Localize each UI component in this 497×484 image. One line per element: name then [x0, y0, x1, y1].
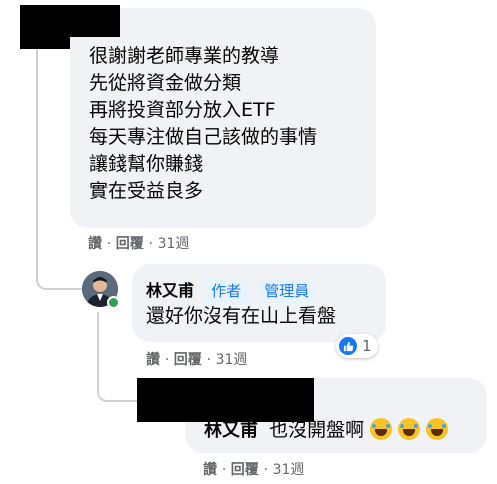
- comment-line: 再將投資部分放入ETF: [89, 99, 276, 121]
- reply-header: 林又甫 作者 管理員: [146, 277, 316, 303]
- reaction-count: 1: [362, 337, 372, 355]
- author-badge: 作者: [205, 279, 248, 303]
- redacted-author: [60, 7, 120, 37]
- online-status-dot: [107, 296, 120, 309]
- separator: ·: [263, 462, 273, 478]
- separator: ·: [221, 462, 231, 478]
- separator: ·: [206, 352, 216, 368]
- timestamp[interactable]: 31週: [273, 462, 305, 478]
- comment-actions: 讚 · 回覆 · 31週: [88, 233, 189, 253]
- comment-line: 實在受益良多: [89, 180, 204, 202]
- author-name[interactable]: 林又甫: [146, 281, 194, 300]
- reply-text: 也沒開盤啊: [269, 419, 365, 441]
- thumbs-up-icon: [339, 337, 357, 355]
- comment-line: 很謝謝老師專業的教導: [89, 45, 280, 67]
- rolling-laughing-emoji-icon: [398, 418, 421, 440]
- separator: ·: [106, 236, 116, 252]
- comment-line: 先從將資金做分類: [89, 72, 242, 94]
- timestamp[interactable]: 31週: [158, 236, 190, 252]
- like-link[interactable]: 讚: [88, 236, 102, 252]
- timestamp[interactable]: 31週: [216, 352, 248, 368]
- reply-link[interactable]: 回覆: [116, 236, 144, 252]
- like-link[interactable]: 讚: [146, 352, 160, 368]
- separator: ·: [164, 352, 174, 368]
- reply-body: 林又甫 也沒開盤啊: [204, 416, 449, 444]
- reaction-summary[interactable]: 1: [336, 334, 378, 358]
- admin-badge: 管理員: [258, 279, 316, 303]
- rolling-laughing-emoji-icon: [426, 418, 449, 440]
- comment-line: 每天專注做自己該做的事情: [89, 126, 318, 148]
- reply-text: 還好你沒有在山上看盤: [146, 305, 337, 327]
- mention-link[interactable]: 林又甫: [204, 420, 258, 441]
- like-link[interactable]: 讚: [203, 462, 217, 478]
- reply-actions: 讚 · 回覆 · 31週: [146, 349, 247, 369]
- rolling-laughing-emoji-icon: [370, 418, 393, 440]
- comment-body: 很謝謝老師專業的教導 先從將資金做分類 再將投資部分放入ETF 每天專注做自己該…: [89, 43, 317, 205]
- reply-link[interactable]: 回覆: [174, 352, 202, 368]
- comment-line: 讓錢幫你賺錢: [89, 153, 204, 175]
- reply-actions: 讚 · 回覆 · 31週: [203, 459, 304, 479]
- separator: ·: [148, 236, 158, 252]
- reply-link[interactable]: 回覆: [231, 462, 259, 478]
